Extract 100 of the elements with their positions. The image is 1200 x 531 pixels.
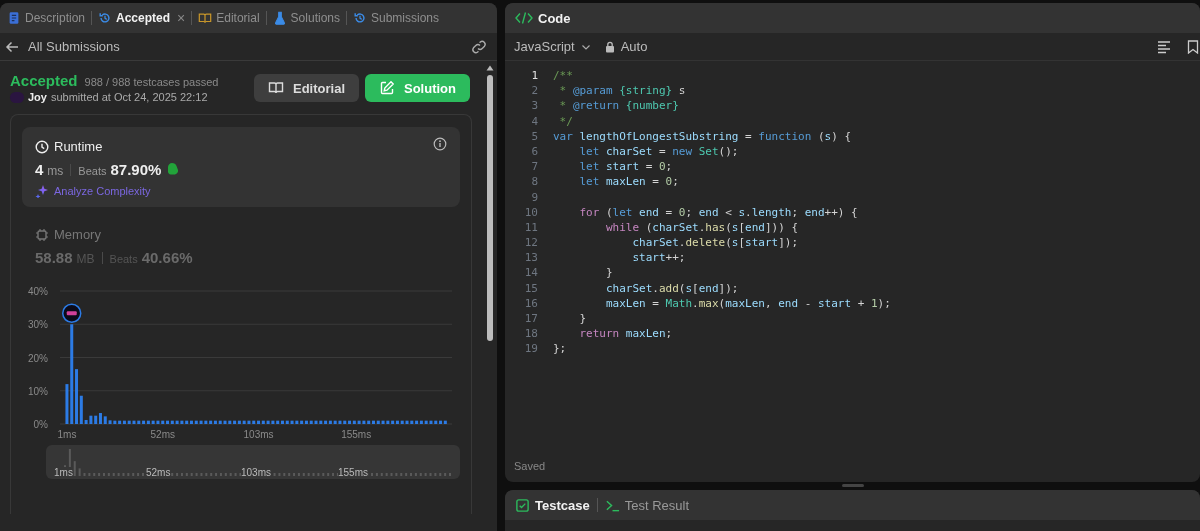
bar[interactable] bbox=[118, 420, 122, 424]
bar[interactable] bbox=[113, 420, 117, 424]
bar[interactable] bbox=[400, 420, 404, 424]
bar[interactable] bbox=[209, 420, 213, 424]
bar[interactable] bbox=[372, 420, 375, 424]
bar[interactable] bbox=[386, 420, 390, 424]
bar[interactable] bbox=[127, 420, 131, 424]
bar[interactable] bbox=[281, 420, 284, 424]
bar[interactable] bbox=[434, 420, 438, 424]
bar[interactable] bbox=[395, 420, 399, 424]
scrollbar[interactable] bbox=[486, 65, 494, 341]
editorial-button[interactable]: Editorial bbox=[254, 74, 359, 102]
bar[interactable] bbox=[328, 420, 332, 424]
bar[interactable] bbox=[94, 415, 98, 424]
bar[interactable] bbox=[295, 420, 299, 424]
bar[interactable] bbox=[324, 420, 328, 424]
bar[interactable] bbox=[194, 420, 198, 424]
bar[interactable] bbox=[304, 420, 308, 424]
bar[interactable] bbox=[376, 420, 380, 424]
bar[interactable] bbox=[170, 420, 174, 424]
tab[interactable]: Description bbox=[6, 11, 87, 25]
auto-mode[interactable]: Auto bbox=[604, 39, 648, 54]
bar[interactable] bbox=[439, 420, 443, 424]
bar[interactable] bbox=[290, 420, 294, 424]
line-number: 13 bbox=[523, 250, 538, 266]
bar[interactable] bbox=[419, 420, 423, 424]
bar[interactable] bbox=[132, 420, 136, 424]
bar[interactable] bbox=[108, 420, 112, 424]
bar[interactable] bbox=[319, 420, 323, 424]
bar[interactable] bbox=[261, 420, 265, 424]
scrollbar-thumb[interactable] bbox=[487, 75, 493, 341]
bar[interactable] bbox=[357, 420, 361, 424]
bar[interactable] bbox=[252, 420, 256, 424]
bar[interactable] bbox=[352, 420, 356, 424]
code-line: } bbox=[604, 265, 613, 281]
bar[interactable] bbox=[137, 420, 141, 424]
bar[interactable] bbox=[151, 420, 155, 424]
bar[interactable] bbox=[190, 420, 193, 424]
bar[interactable] bbox=[65, 384, 69, 424]
bar[interactable] bbox=[381, 420, 385, 424]
bar[interactable] bbox=[242, 420, 246, 424]
language-dropdown[interactable]: JavaScript bbox=[514, 39, 591, 54]
tab[interactable]: Submissions bbox=[352, 11, 440, 25]
line-number: 1 bbox=[530, 68, 538, 84]
avatar-marker[interactable] bbox=[62, 303, 82, 323]
range-overview[interactable]: 1ms 52ms 103ms 155ms bbox=[46, 445, 460, 479]
bar[interactable] bbox=[161, 420, 165, 424]
bar[interactable] bbox=[237, 420, 241, 424]
bar[interactable] bbox=[84, 420, 88, 424]
bar[interactable] bbox=[271, 420, 275, 424]
bar[interactable] bbox=[285, 420, 289, 424]
tab[interactable]: Editorial bbox=[197, 11, 261, 25]
bar[interactable] bbox=[146, 420, 150, 424]
bar[interactable] bbox=[410, 420, 414, 424]
close-icon[interactable]: × bbox=[177, 10, 186, 26]
bar[interactable] bbox=[257, 420, 261, 424]
tab[interactable]: Accepted × bbox=[97, 10, 187, 26]
bar[interactable] bbox=[247, 420, 251, 424]
bar[interactable] bbox=[180, 420, 184, 424]
bar[interactable] bbox=[122, 420, 126, 424]
bar[interactable] bbox=[228, 420, 232, 424]
bar[interactable] bbox=[276, 420, 280, 424]
bar[interactable] bbox=[314, 420, 318, 424]
bar[interactable] bbox=[166, 420, 170, 424]
username[interactable]: Joy bbox=[28, 91, 47, 103]
bar[interactable] bbox=[223, 420, 227, 424]
back-link[interactable]: All Submissions bbox=[5, 39, 120, 54]
bar[interactable] bbox=[415, 420, 419, 424]
bar[interactable] bbox=[218, 420, 222, 424]
bar[interactable] bbox=[391, 420, 395, 424]
status-text: Accepted bbox=[10, 72, 78, 89]
bar[interactable] bbox=[142, 420, 146, 424]
bar[interactable] bbox=[338, 420, 342, 424]
bar[interactable] bbox=[343, 420, 347, 424]
tab[interactable]: Test Result bbox=[604, 497, 689, 513]
bar[interactable] bbox=[266, 420, 270, 424]
bar[interactable] bbox=[204, 420, 208, 424]
tab[interactable]: Solutions bbox=[271, 11, 341, 25]
bar[interactable] bbox=[405, 420, 409, 424]
bar[interactable] bbox=[233, 420, 237, 424]
bar[interactable] bbox=[309, 420, 313, 424]
bar[interactable] bbox=[199, 420, 203, 424]
bar[interactable] bbox=[348, 420, 352, 424]
bar[interactable] bbox=[156, 420, 160, 424]
bar[interactable] bbox=[429, 420, 433, 424]
bar[interactable] bbox=[213, 420, 217, 424]
bar[interactable] bbox=[300, 420, 304, 424]
bar[interactable] bbox=[333, 420, 337, 424]
metric-card[interactable]: Runtime 4 ms Beats 87.90% Analyze Complexity bbox=[22, 127, 460, 207]
bar[interactable] bbox=[362, 420, 366, 424]
tab[interactable]: Testcase bbox=[515, 497, 590, 513]
bar[interactable] bbox=[75, 369, 79, 424]
bar[interactable] bbox=[70, 324, 74, 424]
x-tick-label: 1ms bbox=[57, 429, 77, 440]
bar[interactable] bbox=[185, 420, 189, 424]
bar[interactable] bbox=[443, 420, 447, 424]
resize-handle[interactable] bbox=[841, 484, 864, 487]
bar[interactable] bbox=[175, 420, 179, 424]
bar[interactable] bbox=[367, 420, 371, 424]
bar[interactable] bbox=[424, 420, 428, 424]
